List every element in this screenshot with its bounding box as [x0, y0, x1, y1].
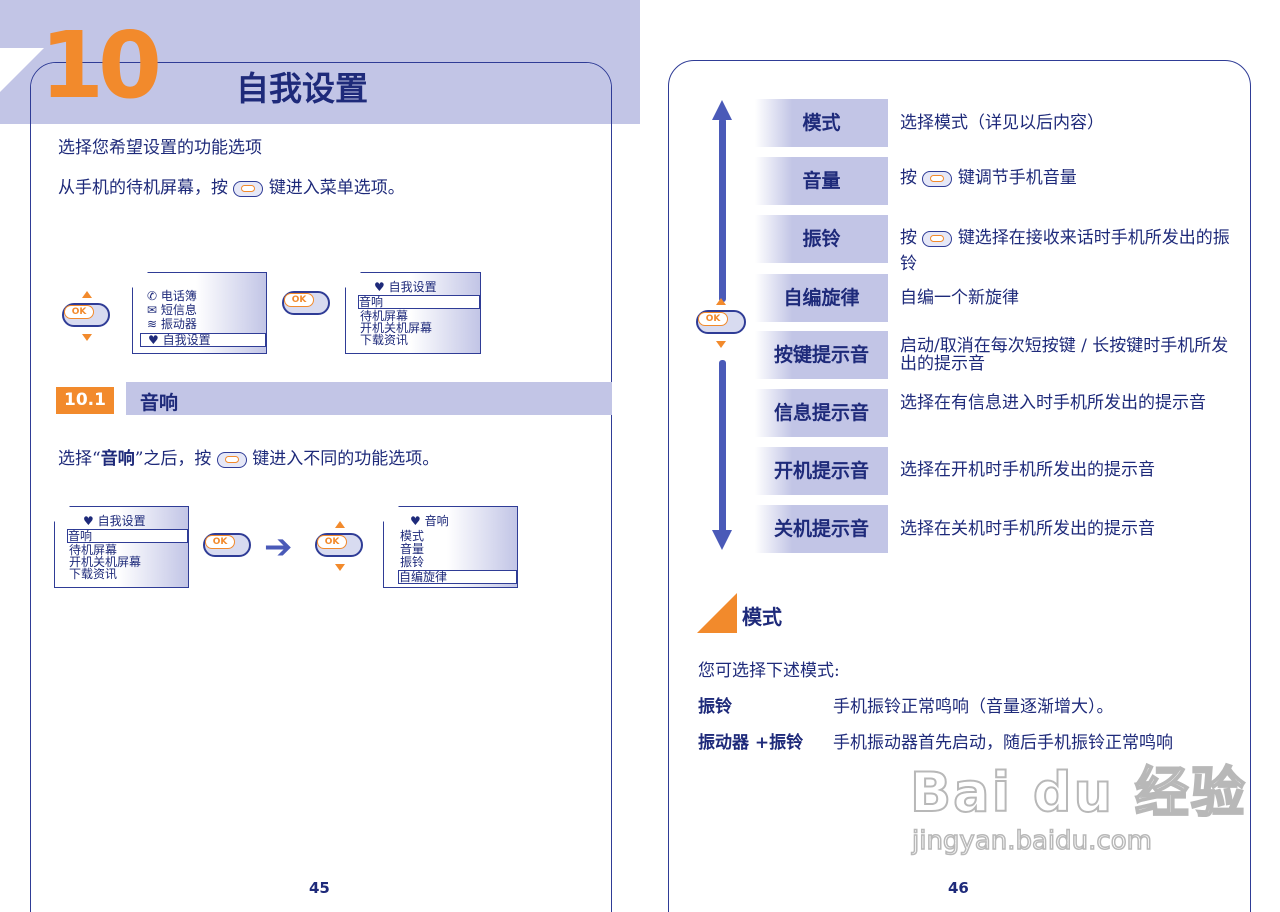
down-arrow-icon [716, 341, 726, 348]
ok-key-3: OK [203, 533, 253, 559]
settings-menu-screen: ♥ 自我设置 音响 待机屏幕 开机关机屏幕 下载资讯 [344, 271, 481, 354]
section-number: 10.1 [56, 387, 114, 414]
ok-key-icon: OK [282, 291, 330, 315]
menu-label-volume: 音量 [755, 157, 888, 205]
ok-key-icon: OK [696, 310, 746, 334]
sound-menu-screen: ♥ 音响 模式 音量 振铃 自编旋律 [382, 505, 518, 588]
section-bar [126, 382, 612, 415]
up-arrow-icon [716, 298, 726, 305]
menu-label-msgtone: 信息提示音 [755, 389, 888, 437]
settings-item-sound: 音响 [358, 295, 480, 309]
settings-title: ♥ 自我设置 [374, 280, 437, 294]
chapter-number: 10 [40, 12, 162, 119]
up-arrow-icon [335, 521, 345, 528]
down-arrow-icon [335, 564, 345, 571]
page-number-left: 45 [309, 879, 330, 897]
menu-item-settings: ♥ 自我设置 [140, 333, 266, 347]
sound-item-ring: 振铃 [400, 555, 425, 569]
page-number-right: 46 [948, 879, 969, 897]
settings-menu-screen-2: ♥ 自我设置 音响 待机屏幕 开机关机屏幕 下载资讯 [53, 505, 189, 588]
down-arrow-icon [712, 530, 732, 550]
mode-name-vibrate-ring: 振动器 +振铃 [698, 733, 804, 753]
menu-label-melody: 自编旋律 [755, 274, 888, 322]
menu-desc-keytone: 启动/取消在每次短按键 / 长按键时手机所发出的提示音 [900, 336, 1229, 374]
main-menu-screen: ✆ 电话簿 ✉ 短信息 ≋ 振动器 ♥ 自我设置 [131, 271, 267, 354]
ok-key-icon: OK [315, 533, 363, 557]
vibrator-icon: ≋ [147, 317, 158, 331]
menu-label-mode: 模式 [755, 99, 888, 147]
menu-item-phonebook: ✆ 电话簿 [147, 289, 197, 303]
sound-item-volume: 音量 [400, 542, 425, 556]
mode-name-ring: 振铃 [698, 697, 732, 717]
intro-line-1: 选择您希望设置的功能选项 [58, 138, 262, 158]
section-intro: 选择“音响”之后，按 键进入不同的功能选项。 [58, 449, 440, 469]
settings-icon: ♥ [148, 333, 159, 347]
menu-item-messages: ✉ 短信息 [147, 303, 197, 317]
ok-key-icon: OK [62, 303, 110, 327]
up-arrow-icon [712, 100, 732, 120]
watermark-url: jingyan.baidu.com [911, 825, 1152, 857]
ok-key-icon [922, 230, 953, 247]
down-arrow-icon [82, 334, 92, 341]
menu-desc-mode: 选择模式（详见以后内容） [900, 113, 1104, 133]
scroll-line-top [719, 118, 726, 302]
mode-heading: 模式 [742, 605, 782, 629]
section-title: 音响 [140, 392, 179, 414]
menu-desc-melody: 自编一个新旋律 [900, 288, 1019, 308]
menu-label-offtone: 关机提示音 [755, 505, 888, 553]
scroll-line-bottom [719, 360, 726, 534]
nav-ok-key-1: OK [62, 291, 112, 341]
settings-title: ♥ 自我设置 [83, 514, 146, 528]
settings-item-sound: 音响 [67, 529, 188, 543]
settings-item-download: 下载资讯 [360, 333, 409, 347]
ok-key-icon [233, 180, 264, 197]
intro-text-before: 从手机的待机屏幕，按 [58, 178, 228, 198]
mode-intro: 您可选择下述模式: [698, 661, 840, 681]
sound-item-mode: 模式 [400, 529, 425, 543]
ok-key-icon [922, 170, 953, 187]
ok-key-2: OK [282, 291, 332, 317]
menu-label-ontone: 开机提示音 [755, 447, 888, 495]
mode-desc-ring: 手机振铃正常鸣响（音量逐渐增大）。 [833, 697, 1114, 717]
menu-desc-volume: 按 键调节手机音量 [900, 168, 1077, 188]
menu-desc-ontone: 选择在开机时手机所发出的提示音 [900, 460, 1155, 480]
nav-ok-key-4: OK [315, 521, 365, 571]
watermark-logo: Bai du 经验 [909, 760, 1247, 825]
menu-desc-ring: 按 键选择在接收来话时手机所发出的振铃 [900, 228, 1230, 274]
menu-item-vibrator: ≋ 振动器 [147, 317, 197, 331]
sound-title: ♥ 音响 [410, 514, 449, 528]
menu-label-keytone: 按键提示音 [755, 331, 888, 379]
phonebook-icon: ✆ [147, 289, 158, 303]
intro-text-after: 键进入菜单选项。 [268, 178, 405, 198]
message-icon: ✉ [147, 303, 158, 317]
nav-ok-key-right: OK [696, 298, 746, 348]
ok-key-icon: OK [203, 533, 251, 557]
sound-item-melody: 自编旋律 [398, 570, 517, 584]
mode-triangle-icon [697, 593, 737, 633]
chapter-title: 自我设置 [236, 69, 368, 108]
ok-key-icon [216, 451, 247, 468]
menu-desc-offtone: 选择在关机时手机所发出的提示音 [900, 519, 1155, 539]
menu-label-ring: 振铃 [755, 215, 888, 263]
settings-item-download: 下载资讯 [69, 567, 118, 581]
up-arrow-icon [82, 291, 92, 298]
menu-desc-msgtone: 选择在有信息进入时手机所发出的提示音 [900, 393, 1206, 413]
corner-cut [0, 48, 44, 92]
right-arrow-icon: ➔ [264, 527, 293, 567]
intro-line-2: 从手机的待机屏幕，按 键进入菜单选项。 [58, 173, 405, 198]
